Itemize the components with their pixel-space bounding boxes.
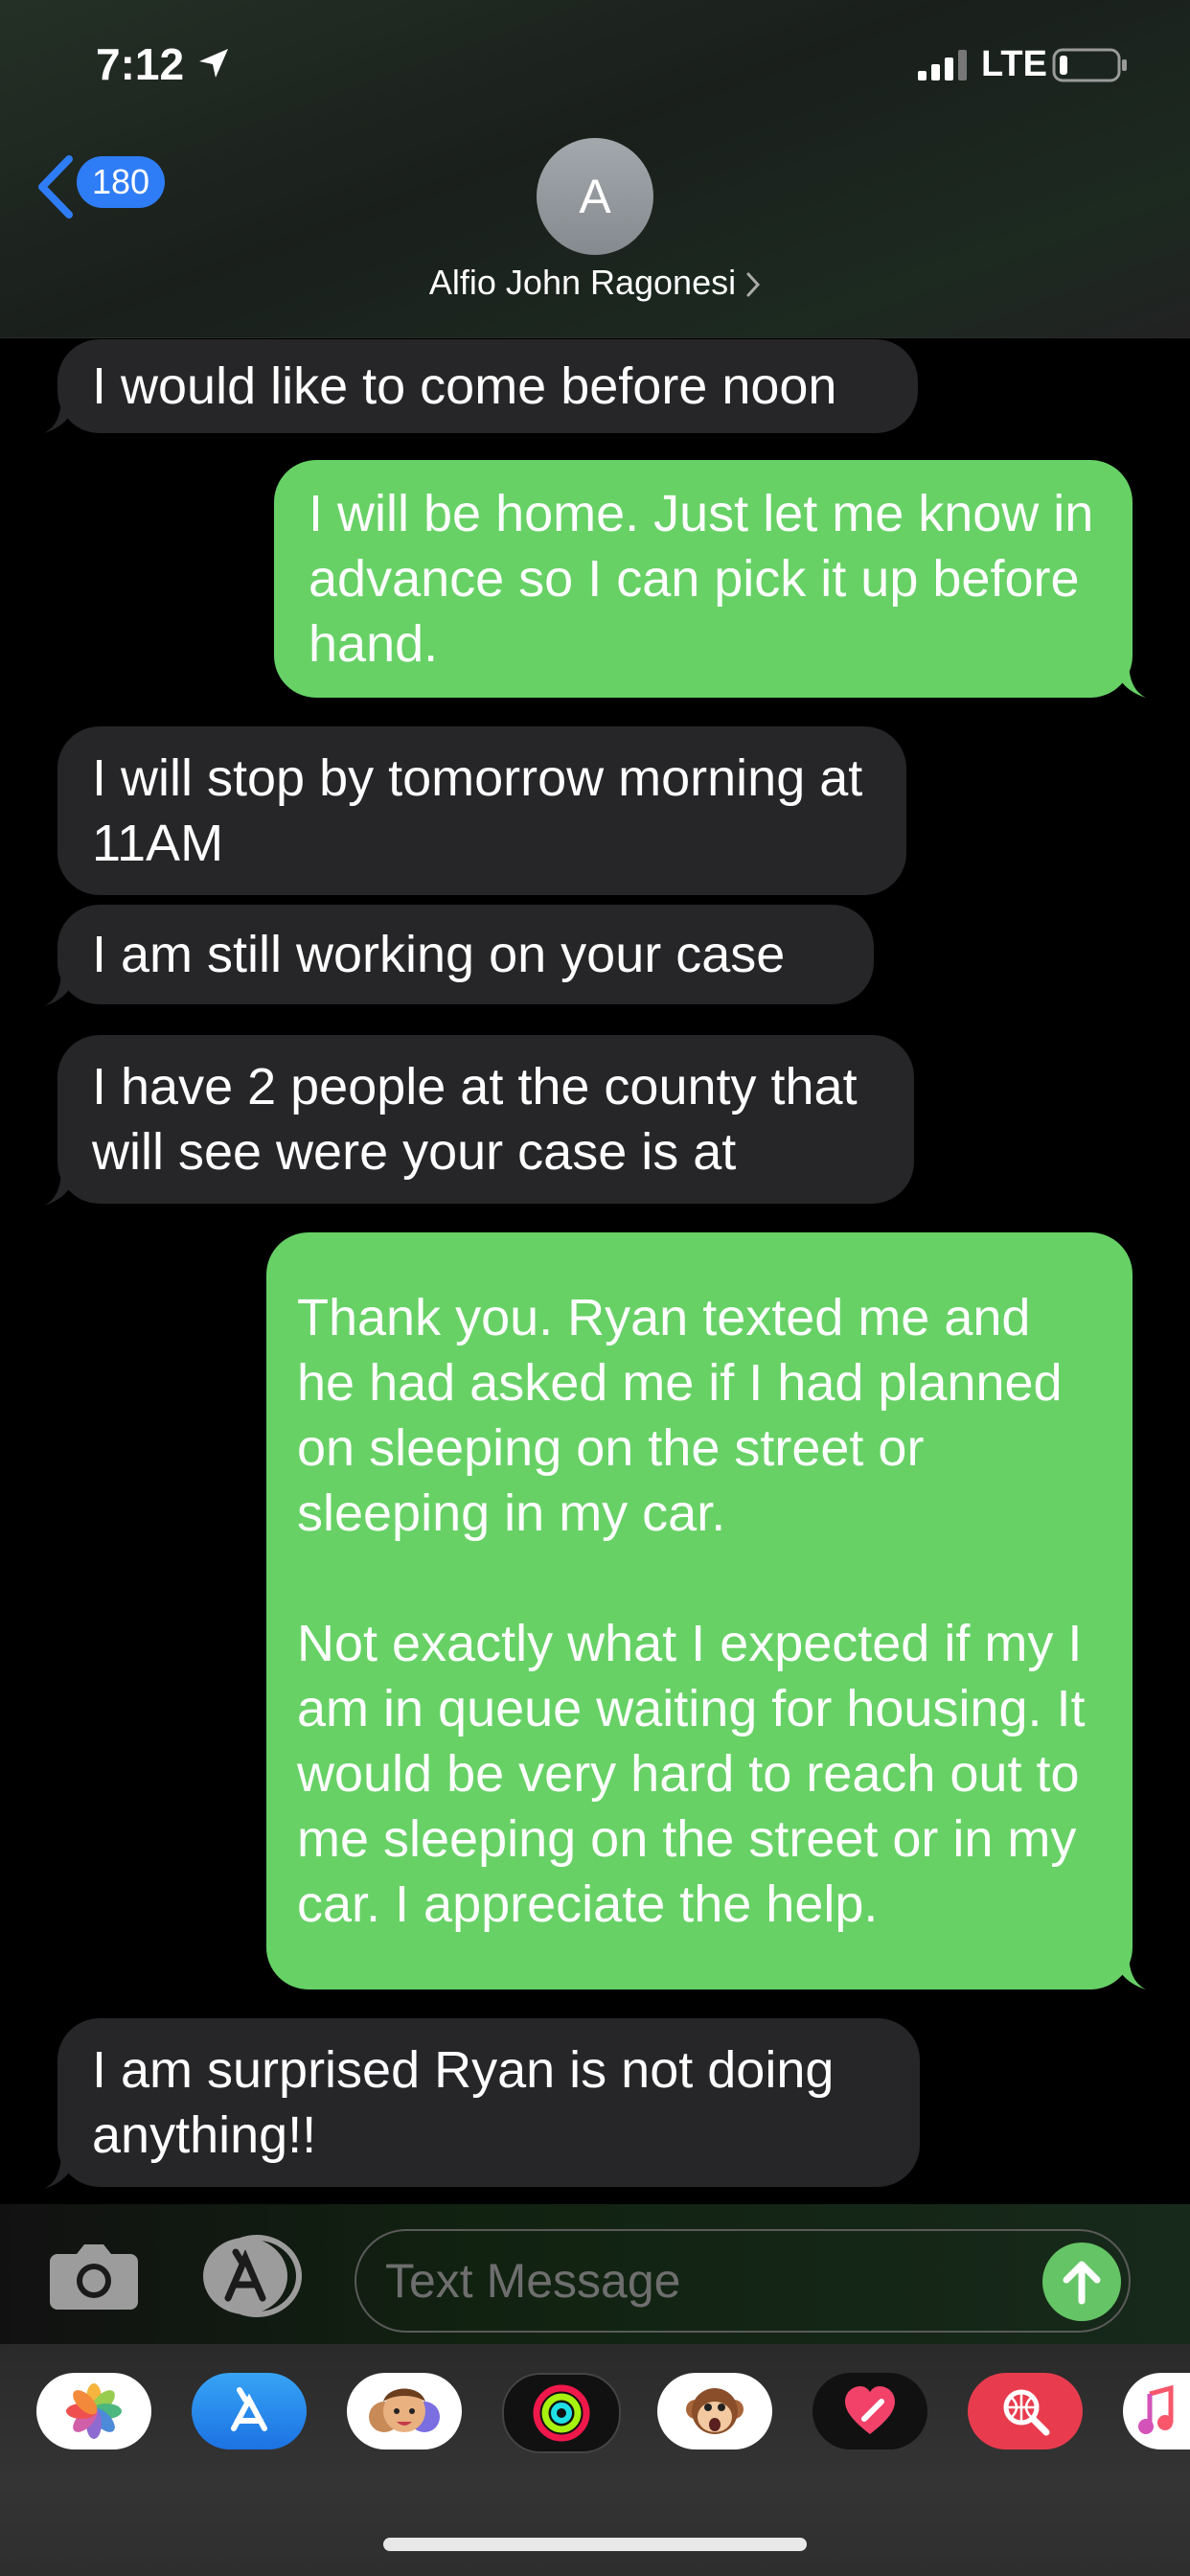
bubble-tail xyxy=(44,395,79,433)
bubble-tail xyxy=(1111,1951,1146,1990)
incoming-message[interactable]: I am still working on your case xyxy=(57,905,874,1004)
incoming-message[interactable]: I will stop by tomorrow morning at 11AM xyxy=(57,726,906,895)
image-search-icon[interactable] xyxy=(968,2373,1083,2450)
text-message-placeholder: Text Message xyxy=(385,2254,681,2308)
bubble-tail xyxy=(44,968,79,1006)
contact-name: Alfio John Ragonesi xyxy=(428,263,737,302)
send-button[interactable] xyxy=(1042,2242,1121,2321)
location-arrow-icon xyxy=(199,49,228,78)
network-type: LTE xyxy=(981,44,1047,84)
message-text: I will stop by tomorrow morning at 11AM xyxy=(92,749,878,872)
battery-icon xyxy=(1052,48,1127,82)
app-store-icon[interactable] xyxy=(192,2373,307,2450)
contact-name-link[interactable]: Alfio John Ragonesi xyxy=(0,263,1190,303)
message-composer: Text Message xyxy=(0,2204,1190,2344)
incoming-message[interactable]: I would like to come before noon xyxy=(57,339,918,433)
bubble-tail xyxy=(44,2150,79,2189)
incoming-message[interactable]: I have 2 people at the county that will … xyxy=(57,1035,914,1204)
bubble-tail xyxy=(1111,659,1146,698)
camera-icon[interactable] xyxy=(48,2241,140,2312)
signal-bars-icon xyxy=(918,50,967,80)
home-indicator[interactable] xyxy=(383,2538,807,2551)
arrow-up-icon xyxy=(1063,2261,1101,2305)
message-text: I have 2 people at the county that will … xyxy=(92,1058,872,1181)
digital-touch-icon[interactable] xyxy=(812,2373,927,2450)
message-text: I am still working on your case xyxy=(92,926,786,983)
app-store-apps-icon[interactable] xyxy=(197,2233,305,2319)
bubble-tail xyxy=(44,1167,79,1206)
chevron-right-icon xyxy=(746,272,761,297)
outgoing-message[interactable]: I will be home. Just let me know in adva… xyxy=(274,460,1133,698)
contact-avatar[interactable]: A xyxy=(537,138,653,255)
music-icon[interactable] xyxy=(1123,2373,1190,2450)
message-text: I would like to come before noon xyxy=(92,357,837,415)
memoji-icon[interactable] xyxy=(347,2373,462,2450)
incoming-message[interactable]: I am surprised Ryan is not doing anythin… xyxy=(57,2018,920,2187)
photos-icon[interactable] xyxy=(36,2373,151,2450)
conversation-header: 7:12 LTE 180 A Alfio John Ragonesi xyxy=(0,0,1190,338)
back-chevron-icon[interactable] xyxy=(34,155,75,218)
animoji-icon[interactable] xyxy=(657,2373,772,2450)
status-time: 7:12 xyxy=(96,39,185,89)
message-text: I will be home. Just let me know in adva… xyxy=(309,485,1109,673)
activity-icon[interactable] xyxy=(502,2373,621,2453)
message-text: Thank you. Ryan texted me and he had ask… xyxy=(297,1289,1086,1933)
outgoing-message[interactable]: Thank you. Ryan texted me and he had ask… xyxy=(266,1232,1133,1990)
message-text: I am surprised Ryan is not doing anythin… xyxy=(92,2041,849,2164)
text-message-input[interactable]: Text Message xyxy=(355,2229,1131,2333)
unread-count-badge[interactable]: 180 xyxy=(77,156,165,208)
